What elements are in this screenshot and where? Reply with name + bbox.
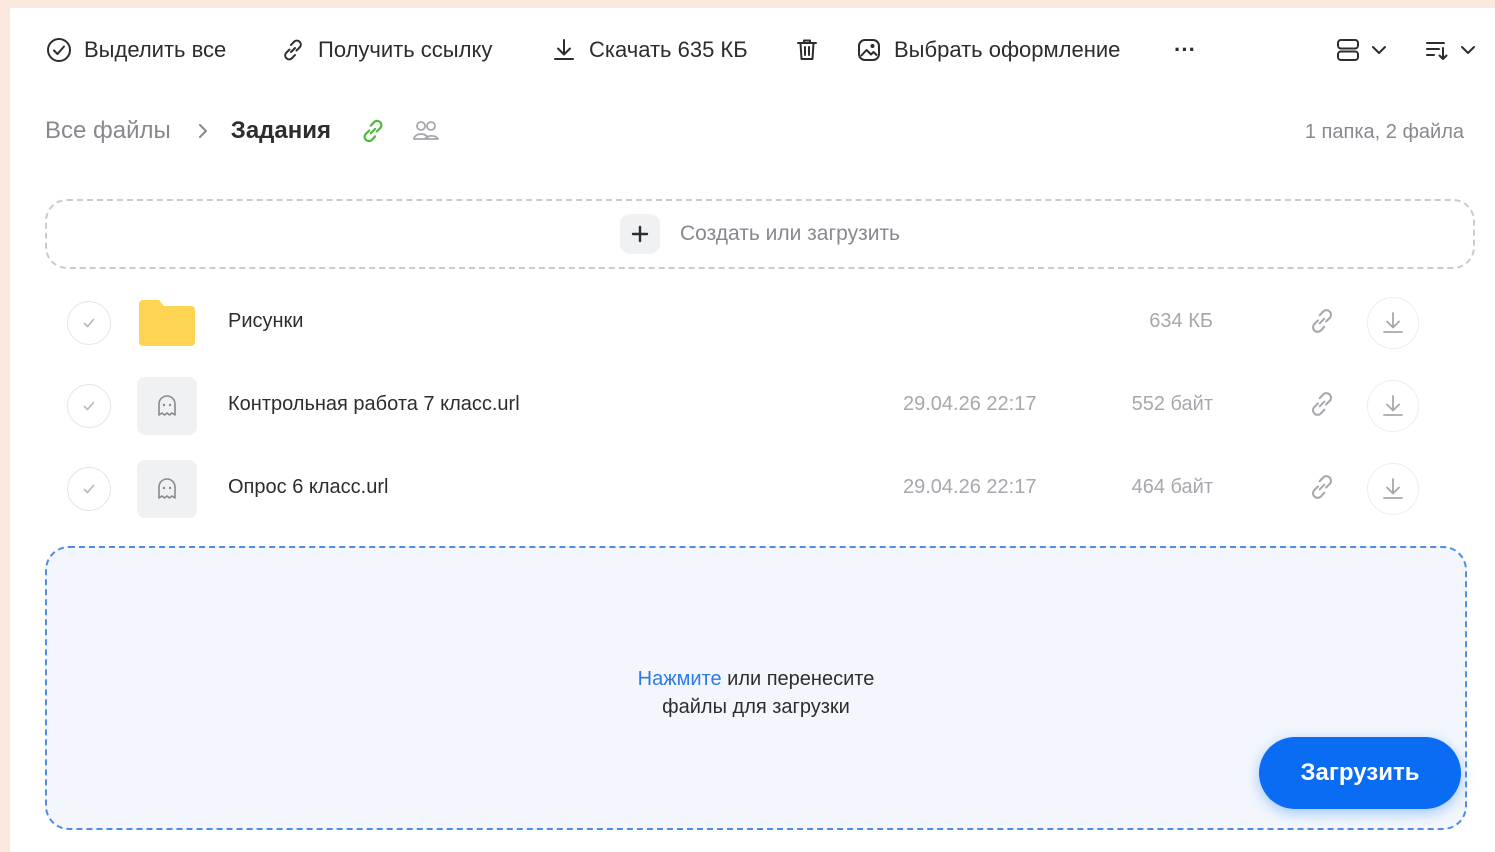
file-name[interactable]: Рисунки [228,310,303,333]
link-icon [280,37,306,63]
create-or-upload-button[interactable]: Создать или загрузить [45,199,1475,269]
delete-button[interactable] [794,35,820,65]
more-button[interactable]: ··· [1174,35,1196,65]
file-manager-panel: Выделить все Получить ссылку Скачать 635… [10,8,1495,852]
file-name[interactable]: Контрольная работа 7 класс.url [228,393,520,416]
download-label: Скачать 635 КБ [589,37,748,62]
select-all-button[interactable]: Выделить все [46,35,226,65]
choose-theme-label: Выбрать оформление [894,37,1121,62]
file-name[interactable]: Опрос 6 класс.url [228,476,388,499]
breadcrumb-all-files[interactable]: Все файлы [45,117,171,145]
drop-zone-text: Нажмите или перенесите файлы для загрузк… [47,665,1465,721]
items-count: 1 папка, 2 файла [1304,121,1464,143]
download-icon[interactable] [1367,463,1419,515]
view-mode-button[interactable] [1335,35,1389,65]
chevron-down-icon [1458,40,1478,60]
choose-theme-button[interactable]: Выбрать оформление [856,35,1120,65]
url-file-icon [137,377,197,435]
row-checkbox[interactable] [67,467,111,511]
sort-icon [1424,37,1450,63]
file-date: 29.04.26 22:17 [903,393,1037,415]
select-all-label: Выделить все [84,37,227,62]
share-users-icon[interactable] [411,118,441,144]
list-item[interactable]: Рисунки 634 КБ [45,282,1445,362]
trash-icon [794,37,820,63]
chevron-down-icon [1369,40,1389,60]
upload-button[interactable]: Загрузить [1259,737,1461,809]
link-icon[interactable] [1307,306,1337,341]
download-icon[interactable] [1367,297,1419,349]
more-dots-icon: ··· [1174,37,1196,62]
shared-link-icon[interactable] [359,117,387,145]
url-file-icon [137,460,197,518]
file-size: 552 байт [1131,393,1213,415]
check-circle-icon [46,37,72,63]
get-link-label: Получить ссылку [318,37,493,62]
toolbar: Выделить все Получить ссылку Скачать 635… [10,8,1495,92]
download-icon[interactable] [1367,380,1419,432]
drop-zone[interactable]: Нажмите или перенесите файлы для загрузк… [45,546,1467,830]
row-checkbox[interactable] [67,301,111,345]
get-link-button[interactable]: Получить ссылку [280,35,492,65]
chevron-right-icon [193,121,213,141]
folder-icon [137,294,197,352]
sort-button[interactable] [1424,35,1478,65]
image-icon [856,37,882,63]
download-icon [551,37,577,63]
download-all-button[interactable]: Скачать 635 КБ [551,35,748,65]
file-date: 29.04.26 22:17 [903,476,1037,498]
plus-icon [619,214,660,254]
link-icon[interactable] [1307,389,1337,424]
create-or-upload-label: Создать или загрузить [679,222,901,245]
row-checkbox[interactable] [67,384,111,428]
drop-zone-text-rest: или перенесите [721,668,875,690]
file-size: 464 байт [1131,476,1213,498]
list-view-icon [1335,37,1361,63]
breadcrumb: Все файлы Задания [45,116,441,146]
list-item[interactable]: Опрос 6 класс.url 29.04.26 22:17 464 бай… [45,448,1445,528]
list-item[interactable]: Контрольная работа 7 класс.url 29.04.26 … [45,365,1445,445]
drop-zone-text-line2: файлы для загрузки [662,696,850,718]
link-icon[interactable] [1307,472,1337,507]
file-size: 634 КБ [1149,310,1213,332]
page-title: Задания [230,117,331,144]
drop-zone-click-link[interactable]: Нажмите [638,668,722,690]
